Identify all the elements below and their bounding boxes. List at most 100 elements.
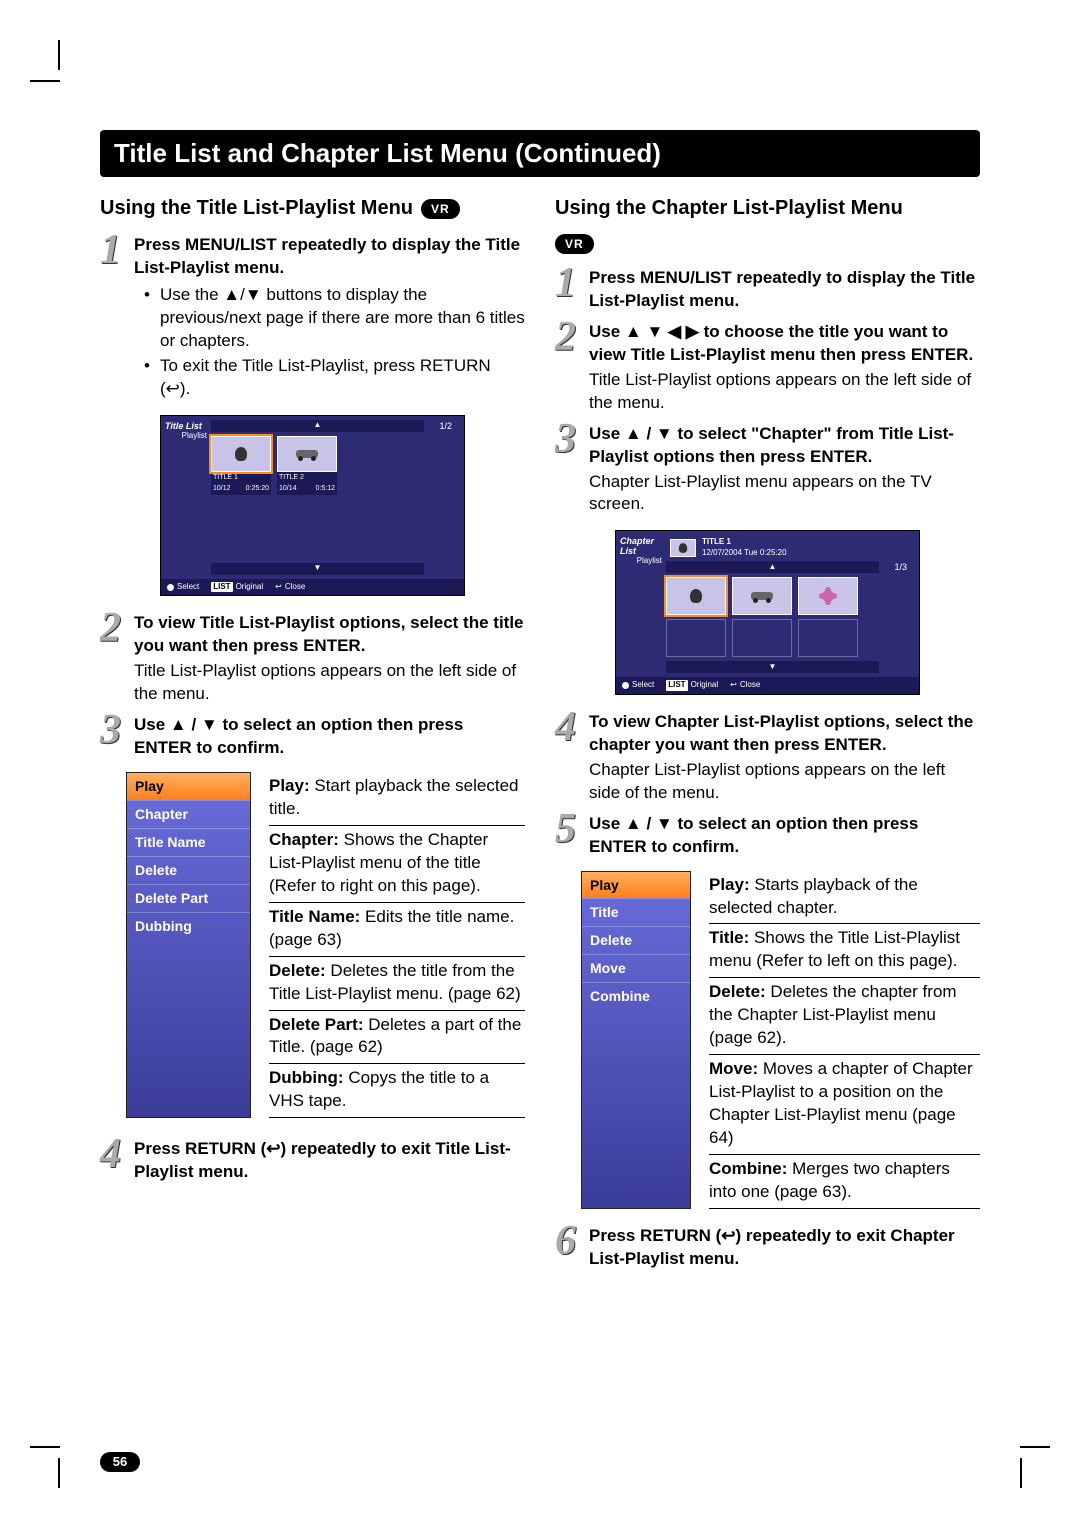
osd-list-tag: LIST (666, 680, 687, 691)
right-step-6: 6 Press RETURN (↩) repeatedly to exit Ch… (555, 1223, 980, 1273)
osd-thumb: TITLE 2 10/14 0:5:12 (277, 436, 337, 495)
osd-down-arrow-icon: ▼ (211, 563, 424, 575)
osd-chapter-thumb-empty (732, 619, 792, 657)
osd-chapter-thumb (732, 577, 792, 615)
osd-page-indicator: 1/3 (879, 561, 911, 573)
thumb-title: TITLE 2 (279, 473, 304, 482)
crop-mark (58, 40, 60, 70)
osd-side-title: Title List (165, 421, 202, 431)
option-item: Dubbing (127, 912, 250, 940)
osd-up-arrow-icon: ▲ (666, 561, 879, 573)
right-step-5: 5 Use ▲ / ▼ to select an option then pre… (555, 811, 980, 861)
osd-side-title: Chapter List (620, 536, 654, 556)
left-column: Using the Title List-Playlist Menu VR 1 … (100, 195, 525, 1273)
option-item: Combine (582, 982, 690, 1010)
option-item: Delete Part (127, 884, 250, 912)
chapter-list-screenshot: Chapter List Playlist TITLE 1 12/07/2004… (615, 530, 920, 695)
osd-page-indicator: 1/2 (424, 420, 456, 432)
option-item: Play (127, 773, 250, 800)
step-number-icon: 3 (555, 421, 583, 519)
bullet-text: To exit the Title List-Playlist, press R… (148, 355, 525, 401)
step-number-icon: 3 (100, 712, 128, 762)
desc-key: Play: (269, 776, 310, 795)
page-number: 56 (113, 1453, 127, 1471)
crop-mark (30, 80, 60, 82)
title-options-panel: Play Chapter Title Name Delete Delete Pa… (126, 772, 251, 1118)
desc-key: Combine: (709, 1159, 787, 1178)
step-text: Use ▲ / ▼ to select "Chapter" from Title… (589, 423, 980, 469)
desc-key: Title: (709, 928, 749, 947)
osd-chapter-thumb (798, 577, 858, 615)
option-item: Move (582, 954, 690, 982)
step-text: Chapter List-Playlist menu appears on th… (589, 471, 980, 517)
osd-close-label: Close (285, 582, 305, 593)
option-item: Title (582, 898, 690, 926)
thumb-len: 0:25:20 (246, 484, 269, 493)
right-step-4: 4 To view Chapter List-Playlist options,… (555, 709, 980, 807)
step-text: Title List-Playlist options appears on t… (134, 660, 525, 706)
vr-badge: VR (555, 234, 594, 254)
option-item: Delete (127, 856, 250, 884)
option-item: Play (582, 872, 690, 899)
right-column: Using the Chapter List-Playlist Menu VR … (555, 195, 980, 1273)
osd-meta-sub: 12/07/2004 Tue 0:25:20 (702, 548, 787, 559)
desc-key: Delete Part: (269, 1015, 363, 1034)
chapter-options-panel: Play Title Delete Move Combine (581, 871, 691, 1209)
option-item: Chapter (127, 800, 250, 828)
step-text: Press RETURN (↩) repeatedly to exit Chap… (589, 1225, 980, 1271)
osd-close-label: Close (740, 680, 760, 691)
osd-original-label: Original (236, 582, 264, 593)
step-text: Use ▲ ▼ ◀ ▶ to choose the title you want… (589, 321, 980, 367)
step-text: Chapter List-Playlist options appears on… (589, 759, 980, 805)
chapter-option-descriptions: Play: Starts playback of the selected ch… (709, 871, 980, 1209)
left-step-2: 2 To view Title List-Playlist options, s… (100, 610, 525, 708)
osd-original-label: Original (691, 680, 719, 691)
step-number-icon: 1 (555, 265, 583, 315)
osd-chapter-thumb-empty (798, 619, 858, 657)
desc-key: Move: (709, 1059, 758, 1078)
step-text: Title List-Playlist options appears on t… (589, 369, 980, 415)
step-text: Press MENU/LIST repeatedly to display th… (589, 267, 980, 313)
step-number-icon: 2 (555, 319, 583, 417)
step-text: Use ▲ / ▼ to select an option then press… (134, 714, 525, 760)
desc-key: Delete: (269, 961, 326, 980)
left-subheading-row: Using the Title List-Playlist Menu VR (100, 195, 525, 222)
thumbnail-icon (296, 450, 318, 458)
thumb-title: TITLE 1 (213, 473, 238, 482)
left-step-1: 1 Press MENU/LIST repeatedly to display … (100, 232, 525, 403)
desc-key: Chapter: (269, 830, 339, 849)
osd-side-sub: Playlist (165, 432, 207, 441)
right-subheading: Using the Chapter List-Playlist Menu (555, 195, 903, 222)
right-subheading-row: Using the Chapter List-Playlist Menu (555, 195, 980, 222)
crop-mark (58, 1458, 60, 1488)
thumb-date: 10/12 (213, 484, 231, 493)
step-number-icon: 6 (555, 1223, 583, 1273)
right-step-3: 3 Use ▲ / ▼ to select "Chapter" from Tit… (555, 421, 980, 519)
section-title: Title List and Chapter List Menu (Contin… (114, 138, 661, 168)
thumbnail-icon (822, 590, 834, 602)
step-text: Use ▲ / ▼ to select an option then press… (589, 813, 980, 859)
thumb-date: 10/14 (279, 484, 297, 493)
page-number-badge: 56 (100, 1452, 140, 1472)
left-subheading: Using the Title List-Playlist Menu (100, 195, 413, 222)
crop-mark (1020, 1446, 1050, 1448)
option-item: Delete (582, 926, 690, 954)
osd-select-label: Select (177, 582, 199, 593)
step-number-icon: 2 (100, 610, 128, 708)
title-list-screenshot: Title List Playlist ▲ 1/2 TITLE 1 (160, 415, 465, 597)
desc-key: Title Name: (269, 907, 360, 926)
osd-chapter-thumb (666, 577, 726, 615)
step-number-icon: 5 (555, 811, 583, 861)
step-text: To view Chapter List-Playlist options, s… (589, 711, 980, 757)
thumb-len: 0:5:12 (316, 484, 335, 493)
osd-list-tag: LIST (211, 582, 232, 593)
right-step-2: 2 Use ▲ ▼ ◀ ▶ to choose the title you wa… (555, 319, 980, 417)
thumbnail-icon (235, 447, 247, 461)
osd-side-sub: Playlist (620, 557, 662, 566)
desc-key: Dubbing: (269, 1068, 344, 1087)
osd-up-arrow-icon: ▲ (211, 420, 424, 432)
step-text: Press RETURN (↩) repeatedly to exit Titl… (134, 1138, 525, 1184)
step-text: To view Title List-Playlist options, sel… (134, 612, 525, 658)
step-number-icon: 4 (100, 1136, 128, 1186)
step-number-icon: 1 (100, 232, 128, 403)
